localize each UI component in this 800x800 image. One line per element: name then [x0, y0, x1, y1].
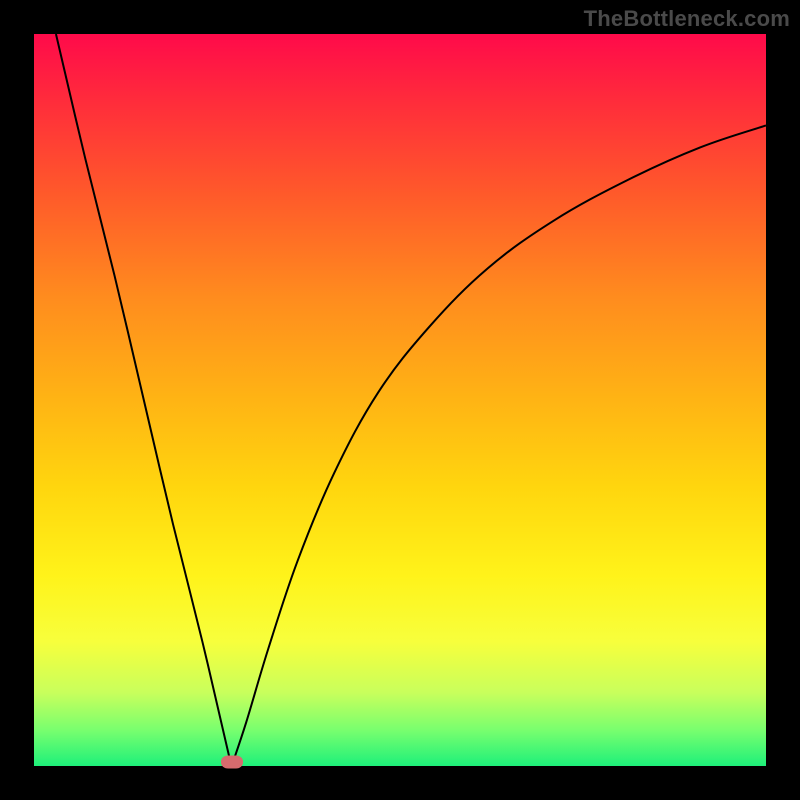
chart-frame: TheBottleneck.com — [0, 0, 800, 800]
watermark-text: TheBottleneck.com — [584, 6, 790, 32]
minimum-marker — [221, 756, 243, 769]
curve-right-branch — [232, 126, 766, 767]
curve-left-branch — [56, 34, 232, 766]
plot-area — [34, 34, 766, 766]
curve-layer — [34, 34, 766, 766]
